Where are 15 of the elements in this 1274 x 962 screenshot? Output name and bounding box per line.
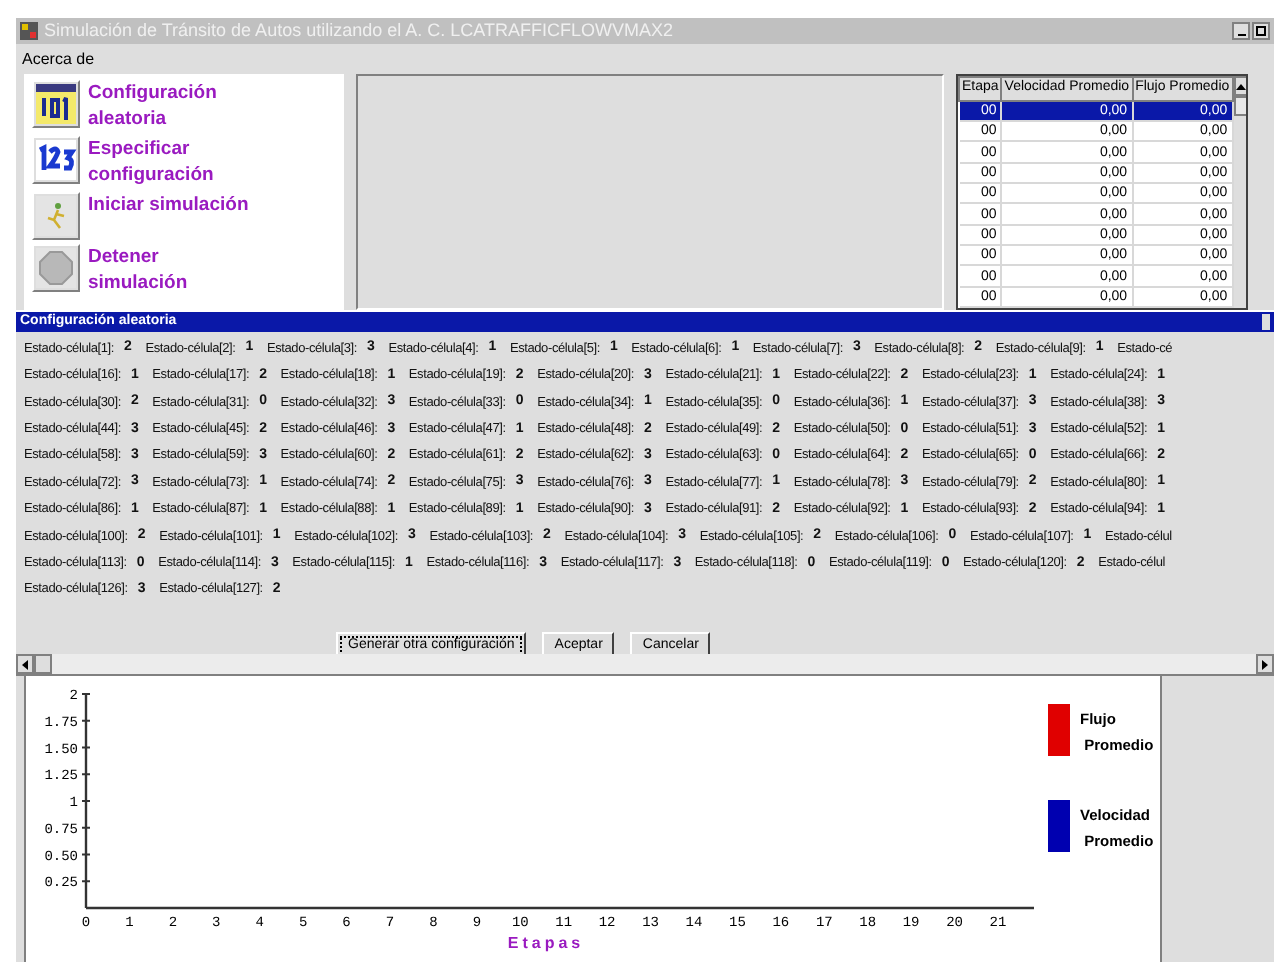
maximize-button[interactable] [1252,22,1270,40]
action-link[interactable]: Iniciar simulación [88,192,256,218]
app-icon [20,22,38,40]
horizontal-scrollbar[interactable] [16,654,1274,676]
axis-title: Etapas [507,934,585,952]
action-link[interactable]: Configuración aleatoria [88,80,256,132]
octagon-icon [34,246,78,290]
scroll-thumb[interactable] [34,654,52,674]
menu-item[interactable]: Acerca de [22,47,95,71]
action-link[interactable]: Especificar configuración [88,136,256,188]
scroll-right-arrow-icon[interactable] [1256,654,1274,674]
action-link[interactable]: Detener simulación [88,244,256,296]
figure-icon [34,194,78,238]
scroll-left-arrow-icon[interactable] [16,654,34,674]
minimize-button[interactable] [1232,22,1250,40]
